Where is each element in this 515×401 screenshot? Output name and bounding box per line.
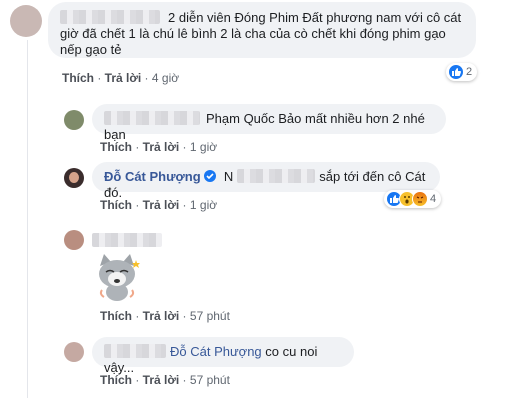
reaction-summary[interactable]: 2 bbox=[446, 63, 478, 81]
like-link[interactable]: Thích bbox=[100, 140, 132, 154]
comment-bubble: Đỗ Cát Phượng Nsắp tới đến cô Cát đó. bbox=[92, 162, 440, 200]
timestamp[interactable]: 57 phút bbox=[190, 309, 230, 323]
gray-cat-sticker bbox=[92, 252, 142, 302]
like-link[interactable]: Thích bbox=[100, 198, 132, 212]
avatar[interactable] bbox=[64, 168, 84, 188]
reply-link[interactable]: Trả lời bbox=[143, 309, 180, 323]
tagged-user[interactable]: Đỗ Cát Phượng bbox=[170, 344, 262, 359]
avatar[interactable] bbox=[10, 5, 42, 37]
comment-text-prefix: N bbox=[223, 169, 234, 184]
comment-actions: Thích · Trả lời · 57 phút bbox=[100, 309, 230, 323]
reaction-count: 2 bbox=[466, 66, 473, 78]
blurred-name bbox=[92, 233, 162, 247]
avatar[interactable] bbox=[64, 230, 84, 250]
reaction-count: 4 bbox=[430, 193, 437, 205]
like-link[interactable]: Thích bbox=[100, 309, 132, 323]
blurred-name bbox=[104, 111, 200, 125]
like-link[interactable]: Thích bbox=[100, 373, 132, 387]
comment-actions: Thích · Trả lời · 1 giờ bbox=[100, 140, 218, 154]
blurred-name bbox=[60, 10, 160, 24]
timestamp[interactable]: 1 giờ bbox=[190, 140, 217, 154]
blurred-name bbox=[237, 169, 316, 183]
comment-bubble: Đỗ Cát Phượng co cu noi vậy... bbox=[92, 337, 354, 375]
like-link[interactable]: Thích bbox=[62, 71, 94, 85]
comment-actions: Thích · Trả lời · 57 phút bbox=[100, 373, 230, 387]
timestamp[interactable]: 4 giờ bbox=[152, 71, 179, 85]
verified-icon bbox=[204, 170, 217, 182]
reply-link[interactable]: Trả lời bbox=[143, 140, 180, 154]
comment-author[interactable]: Đỗ Cát Phượng bbox=[104, 169, 201, 184]
thread-line bbox=[27, 40, 28, 398]
reply-link[interactable]: Trả lời bbox=[143, 198, 180, 212]
angry-reaction-icon bbox=[412, 191, 428, 207]
like-reaction-icon bbox=[448, 64, 464, 80]
reply-link[interactable]: Trả lời bbox=[105, 71, 142, 85]
comment-bubble: 2 diễn viên Đóng Phim Đất phương nam với… bbox=[48, 2, 476, 58]
reply-link[interactable]: Trả lời bbox=[143, 373, 180, 387]
timestamp[interactable]: 1 giờ bbox=[190, 198, 217, 212]
timestamp[interactable]: 57 phút bbox=[190, 373, 230, 387]
comment-actions: Thích · Trả lời · 1 giờ bbox=[100, 198, 218, 212]
avatar[interactable] bbox=[64, 342, 84, 362]
reaction-summary[interactable]: 4 bbox=[384, 190, 442, 208]
comment-bubble: Phạm Quốc Bảo mất nhiều hơn 2 nhé bạn bbox=[92, 104, 446, 142]
blurred-name bbox=[104, 344, 166, 358]
comment-actions: Thích · Trả lời · 4 giờ bbox=[62, 71, 180, 85]
avatar[interactable] bbox=[64, 110, 84, 130]
